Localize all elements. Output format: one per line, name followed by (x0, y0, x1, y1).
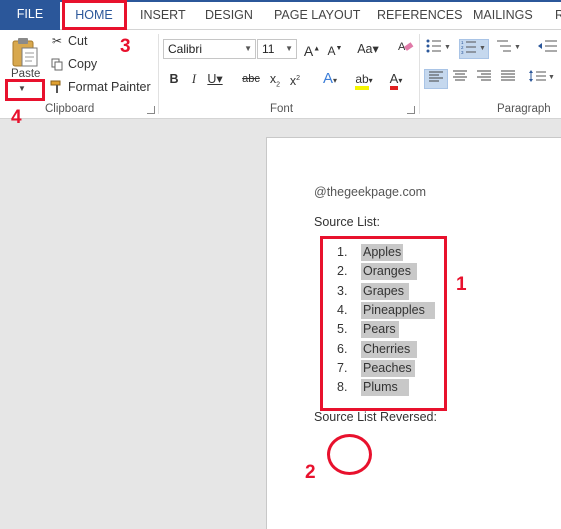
align-right-button[interactable] (472, 69, 496, 89)
format-painter-label: Format Painter (68, 80, 151, 94)
copy-button[interactable]: Copy (50, 55, 97, 73)
align-center-button[interactable] (448, 69, 472, 89)
strikethrough-icon: abc (242, 73, 260, 85)
svg-text:3: 3 (461, 50, 464, 54)
annotation-box-home-tab (62, 0, 127, 30)
superscript-button[interactable]: x2 (285, 69, 305, 89)
annotation-number-4: 4 (11, 107, 22, 128)
site-watermark-text: @thegeekpage.com (314, 185, 427, 199)
group-divider (158, 34, 159, 114)
source-list-heading[interactable]: Source List: (314, 215, 380, 229)
tab-review[interactable]: R (555, 4, 561, 28)
annotation-number-1: 1 (456, 274, 467, 295)
chevron-down-icon: ▼ (285, 44, 293, 53)
paste-icon[interactable] (10, 36, 40, 68)
annotation-number-3: 3 (120, 36, 131, 57)
font-name-combo[interactable]: Calibri ▼ (163, 39, 256, 59)
tab-page-layout[interactable]: PAGE LAYOUT (274, 4, 360, 28)
decrease-indent-button[interactable] (535, 39, 561, 59)
bold-button[interactable]: B (164, 69, 184, 89)
justify-button[interactable] (496, 69, 520, 89)
tab-mailings[interactable]: MAILINGS (473, 4, 533, 28)
svg-text:▼: ▼ (479, 45, 486, 52)
annotation-box-source-list (320, 236, 447, 411)
tab-design[interactable]: DESIGN (205, 4, 253, 28)
bullets-button[interactable]: ▼ (425, 39, 453, 59)
annotation-circle-insertion-point (327, 434, 372, 475)
tab-file[interactable]: FILE (0, 0, 60, 30)
clear-formatting-button[interactable]: A (396, 39, 416, 59)
font-size-value: 11 (262, 42, 275, 56)
underline-icon: U▾ (207, 72, 223, 86)
justify-icon (501, 70, 515, 81)
group-divider (419, 34, 420, 114)
grow-font-icon: A▲ (303, 42, 321, 59)
italic-icon: I (191, 72, 197, 86)
align-right-icon (477, 70, 491, 81)
font-group-label: Font (270, 103, 294, 115)
align-center-icon (453, 70, 467, 81)
svg-text:▼: ▼ (444, 44, 451, 51)
bold-icon: B (169, 72, 179, 86)
eraser-icon: A (398, 41, 414, 53)
font-color-button[interactable]: A▾ (382, 69, 410, 90)
numbering-icon: 123▼ (461, 40, 486, 55)
change-case-button[interactable]: Aa▾ (354, 39, 382, 59)
highlighter-icon: ab (355, 72, 369, 90)
source-list-reversed-heading[interactable]: Source List Reversed: (314, 410, 437, 424)
italic-button[interactable]: I (184, 69, 204, 89)
paintbrush-icon (50, 80, 64, 94)
chevron-down-icon: ▼ (244, 44, 252, 53)
clipboard-group-label: Clipboard (45, 103, 95, 115)
underline-button[interactable]: U▾ (203, 69, 227, 89)
line-spacing-button[interactable]: ▼ (526, 69, 556, 89)
annotation-number-2: 2 (305, 462, 316, 483)
subscript-button[interactable]: x2 (265, 69, 285, 89)
paragraph-group-label: Paragraph (497, 103, 551, 115)
shrink-font-button[interactable]: A▼ (325, 39, 345, 59)
multilevel-list-button[interactable]: ▼ (495, 39, 523, 59)
line-spacing-icon: ▼ (529, 70, 555, 82)
shrink-font-icon: A▼ (327, 44, 343, 58)
align-left-button[interactable] (424, 69, 448, 89)
align-left-icon (429, 71, 443, 82)
highlight-color-button[interactable]: ab▾ (350, 69, 378, 90)
cut-button[interactable]: ✂ Cut (50, 32, 87, 50)
tab-insert[interactable]: INSERT (140, 4, 186, 28)
strikethrough-button[interactable]: abc (240, 69, 262, 89)
ribbon: Paste ▼ ✂ Cut Copy Format Painter Clipbo… (0, 30, 561, 119)
decrease-indent-icon (538, 40, 557, 52)
font-size-combo[interactable]: 11 ▼ (257, 39, 297, 59)
numbering-button[interactable]: 1 2 3 ▼ (459, 39, 489, 59)
text-effects-button[interactable]: A▾ (316, 69, 344, 89)
tab-references[interactable]: REFERENCES (377, 4, 462, 28)
svg-text:▼: ▼ (548, 74, 554, 81)
clipboard-launcher-icon[interactable] (147, 106, 155, 114)
multilevel-list-icon: ▼ (497, 40, 521, 52)
grow-font-button[interactable]: A▲ (302, 39, 322, 59)
cut-label: Cut (68, 34, 88, 48)
annotation-box-paste-dropdown (5, 79, 45, 101)
scissors-icon: ✂ (51, 34, 63, 48)
bullets-icon: ▼ (426, 39, 451, 53)
format-painter-button[interactable]: Format Painter (50, 78, 151, 96)
change-case-icon: Aa▾ (357, 42, 379, 56)
superscript-icon: x2 (289, 74, 301, 89)
text-effects-icon: A▾ (322, 70, 338, 87)
subscript-icon: x2 (269, 72, 281, 89)
copy-label: Copy (68, 57, 98, 71)
copy-icon (50, 57, 64, 71)
font-name-value: Calibri (168, 42, 203, 56)
font-launcher-icon[interactable] (407, 106, 415, 114)
svg-text:▼: ▼ (514, 44, 521, 51)
